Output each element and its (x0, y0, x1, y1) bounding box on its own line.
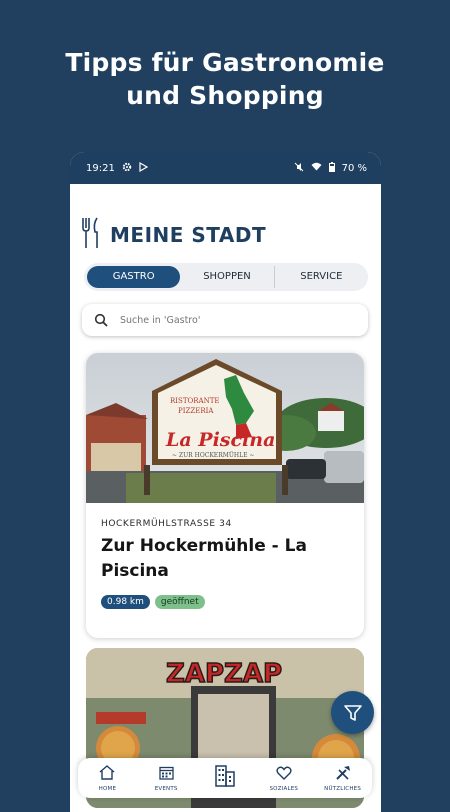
promo-headline: Tipps für Gastronomie und Shopping (0, 46, 450, 112)
search-icon (94, 313, 108, 327)
gear-icon (122, 162, 132, 175)
tab-gastro[interactable]: GASTRO (87, 266, 181, 288)
sign-line-2: PIZZERIA (178, 407, 214, 415)
nav-events[interactable]: EVENTS (138, 765, 194, 792)
restaurant-title: Zur Hockermühle - La Piscina (101, 536, 307, 581)
play-store-icon (139, 161, 149, 175)
restaurant-photo: RISTORANTE PIZZERIA La Piscina ~ ZUR HOC… (86, 353, 364, 503)
restaurant-badges: 0.98 km geöffnet (101, 595, 205, 609)
status-badge: geöffnet (154, 595, 205, 609)
nav-city[interactable] (197, 763, 253, 793)
app-logo: MEINE STADT (80, 216, 266, 254)
nav-soziales-label: SOZIALES (269, 785, 299, 792)
tab-shoppen[interactable]: SHOPPEN (180, 266, 273, 288)
nav-home[interactable]: HOME (79, 764, 135, 792)
tools-icon (335, 765, 351, 784)
battery-icon (328, 161, 335, 175)
calendar-icon (159, 765, 174, 784)
search-input[interactable] (118, 313, 342, 327)
nav-nuetzliches-label: NÜTZLICHES (324, 785, 362, 792)
nav-nuetzliches[interactable]: NÜTZLICHES (315, 765, 371, 792)
wifi-icon (311, 162, 322, 174)
restaurant-card[interactable]: RISTORANTE PIZZERIA La Piscina ~ ZUR HOC… (86, 353, 364, 638)
status-time: 19:21 (86, 162, 115, 174)
sign-sub: ~ ZUR HOCKERMÜHLE ~ (172, 452, 254, 459)
distance-badge: 0.98 km (101, 595, 150, 609)
heart-icon (276, 765, 292, 784)
nav-events-label: EVENTS (154, 785, 178, 792)
search-bar[interactable] (82, 304, 368, 336)
headline-line-1: Tipps für Gastronomie (65, 48, 385, 77)
battery-percent: 70 % (341, 162, 367, 174)
nav-home-label: HOME (98, 785, 117, 792)
app-logo-text: MEINE STADT (110, 223, 267, 247)
phone-screen: 19:21 70 % MEINE STADT GASTRO SHOPPEN SE… (70, 152, 381, 812)
filter-icon (343, 703, 363, 723)
mute-icon (294, 162, 304, 175)
sign-name: La Piscina (165, 429, 275, 451)
tab-service[interactable]: SERVICE (273, 266, 368, 288)
sign-name-2: ZAPZAP (166, 659, 282, 689)
buildings-icon (214, 763, 236, 791)
restaurant-address: HOCKERMÜHLSTRASSE 34 (101, 519, 232, 529)
nav-soziales[interactable]: SOZIALES (256, 765, 312, 792)
cutlery-icon (80, 216, 102, 254)
filter-button[interactable] (331, 691, 374, 734)
headline-line-2: und Shopping (126, 81, 324, 110)
category-tabs: GASTRO SHOPPEN SERVICE (84, 263, 368, 291)
status-bar: 19:21 70 % (70, 152, 381, 184)
bottom-navigation: HOME EVENTS SOZIALES NÜTZLICHES (78, 758, 372, 798)
home-icon (99, 764, 115, 784)
sign-line-1: RISTORANTE (170, 397, 219, 405)
